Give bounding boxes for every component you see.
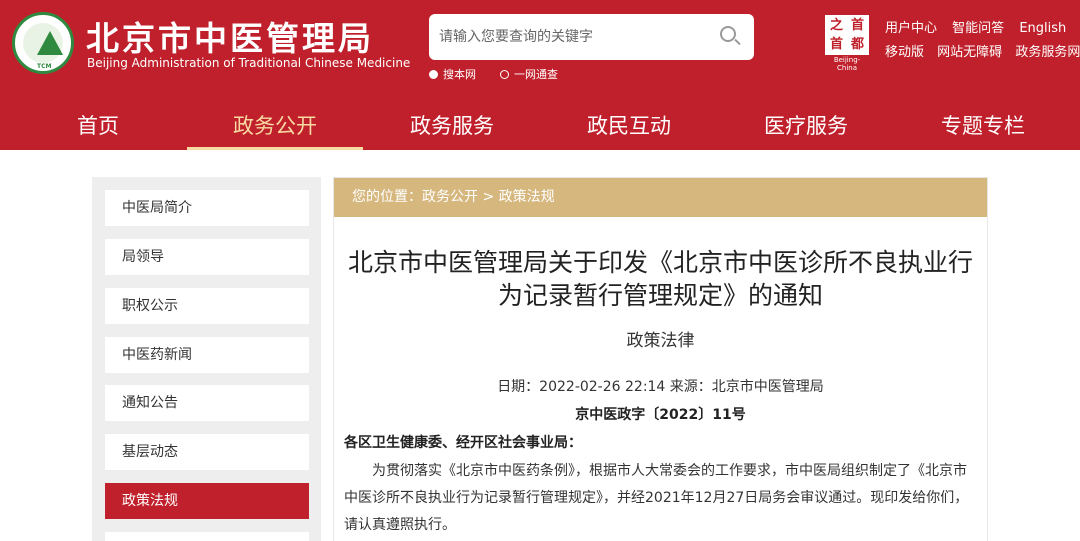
article-title: 北京市中医管理局关于印发《北京市中医诊所不良执业行为记录暂行管理规定》的通知 [347, 248, 973, 310]
nav-topics[interactable]: 专题专栏 [919, 103, 1047, 150]
scope-site-label: 搜本网 [443, 68, 476, 81]
scope-all-label: 一网通查 [514, 68, 558, 81]
tcm-logo[interactable]: TCM [12, 12, 74, 74]
sidebar-item-leaders[interactable]: 局领导 [105, 239, 309, 275]
radio-selected-icon [429, 69, 438, 79]
site-header: TCM 北京市中医管理局 Beijing Administration of T… [0, 0, 1080, 103]
sidebar-item-intro[interactable]: 中医局简介 [105, 190, 309, 226]
top-links-secondary: 移动版 网站无障碍 政务服务网 [885, 41, 1080, 60]
radio-unselected-icon [500, 69, 509, 79]
search-icon[interactable] [720, 26, 736, 42]
sidebar-item-news[interactable]: 中医药新闻 [105, 337, 309, 373]
nav-interaction[interactable]: 政民互动 [565, 103, 693, 150]
capital-char: 首 [829, 37, 843, 52]
mobile-link[interactable]: 移动版 [885, 45, 924, 60]
article-category: 政策法律 [626, 331, 695, 351]
nav-medical[interactable]: 医疗服务 [742, 103, 870, 150]
capital-char: 之 [829, 18, 843, 33]
english-link[interactable]: English [1019, 21, 1066, 36]
nav-home[interactable]: 首页 [52, 103, 144, 150]
article-panel: 您的位置：政务公开 > 政策法规 北京市中医管理局关于印发《北京市中医诊所不良执… [333, 177, 988, 541]
article-addressee: 各区卫生健康委、经开区社会事业局： [344, 435, 582, 451]
scope-site-radio[interactable]: 搜本网 [429, 66, 476, 82]
main-nav: 首页 政务公开 政务服务 政民互动 医疗服务 专题专栏 [0, 103, 1080, 150]
search-scope: 搜本网 一网通查 [429, 66, 558, 82]
sidebar-item-notices[interactable]: 通知公告 [105, 385, 309, 421]
top-links: 用户中心 智能问答 English [885, 17, 1077, 36]
sidebar: 中医局简介 局领导 职权公示 中医药新闻 通知公告 基层动态 政策法规 [92, 177, 321, 541]
gov-service-link[interactable]: 政务服务网 [1015, 45, 1080, 60]
article-body: 为贯彻落实《北京市中医药条例》，根据市人大常委会的工作要求，市中医局组织制定了《… [344, 463, 969, 533]
capital-char: 首 [850, 18, 864, 33]
search-box [429, 14, 754, 60]
site-subtitle: Beijing Administration of Traditional Ch… [87, 56, 411, 70]
smart-qa-link[interactable]: 智能问答 [952, 21, 1004, 36]
scope-all-radio[interactable]: 一网通查 [500, 66, 558, 82]
accessibility-link[interactable]: 网站无障碍 [937, 45, 1002, 60]
sidebar-item-partial[interactable] [105, 532, 309, 541]
article-meta: 日期：2022-02-26 22:14 来源：北京市中医管理局 [497, 379, 824, 395]
logo-inner: TCM [23, 23, 63, 70]
capital-caption: Beijing-China [833, 56, 861, 72]
site-title[interactable]: 北京市中医管理局 [86, 12, 374, 60]
tree-icon [37, 31, 63, 55]
sidebar-item-powers[interactable]: 职权公示 [105, 288, 309, 324]
nav-gov-affairs[interactable]: 政务公开 [187, 103, 363, 150]
logo-text: TCM [37, 63, 52, 70]
user-center-link[interactable]: 用户中心 [885, 21, 937, 36]
breadcrumb[interactable]: 您的位置：政务公开 > 政策法规 [334, 178, 987, 217]
document-number: 京中医政字〔2022〕11号 [575, 407, 746, 423]
nav-gov-services[interactable]: 政务服务 [388, 103, 516, 150]
capital-logo[interactable]: 之 首 首 都 [825, 15, 869, 55]
capital-char: 都 [850, 37, 864, 52]
search-input[interactable] [429, 14, 709, 60]
sidebar-item-grassroots[interactable]: 基层动态 [105, 434, 309, 470]
sidebar-item-policy[interactable]: 政策法规 [105, 483, 309, 519]
